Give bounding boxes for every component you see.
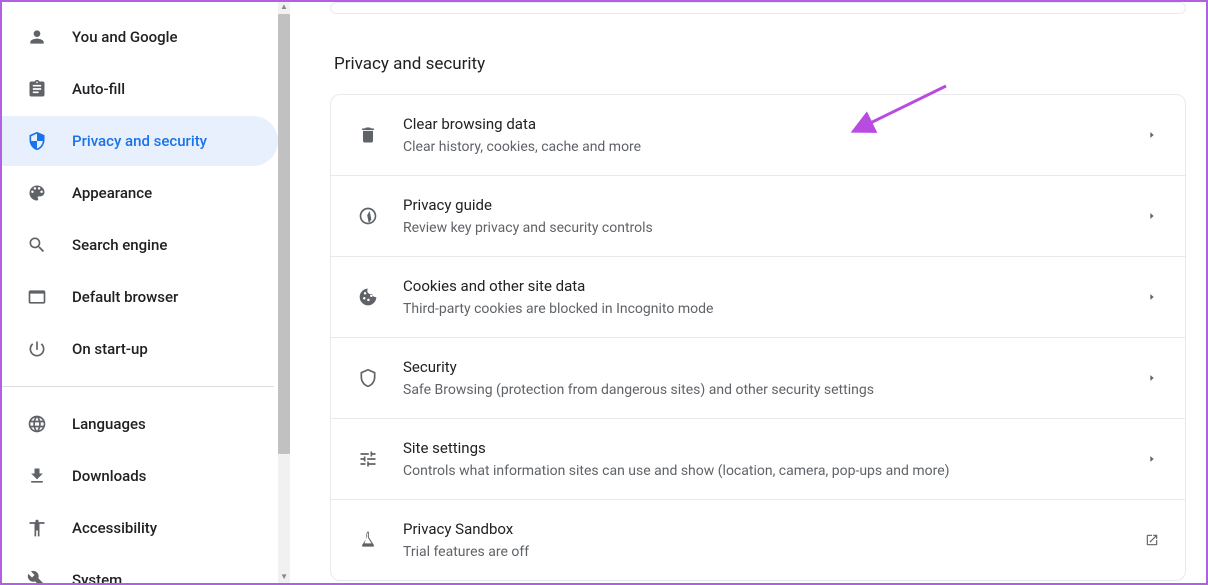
section-title: Privacy and security <box>334 54 1186 74</box>
chevron-right-icon <box>1145 371 1159 385</box>
wrench-icon <box>26 569 48 583</box>
sidebar-item-label: Languages <box>72 415 146 433</box>
row-text: Clear browsing data Clear history, cooki… <box>403 115 1121 155</box>
sidebar-item-label: On start-up <box>72 340 148 358</box>
row-subtitle: Clear history, cookies, cache and more <box>403 139 1121 155</box>
content: Privacy and security Clear browsing data… <box>290 2 1206 583</box>
row-title: Security <box>403 358 1121 376</box>
sidebar-item-accessibility[interactable]: Accessibility <box>2 503 278 553</box>
row-subtitle: Trial features are off <box>403 544 1121 560</box>
scrollbar-up-icon: ▲ <box>280 2 288 10</box>
previous-card-peek <box>330 2 1186 14</box>
globe-icon <box>26 413 48 435</box>
accessibility-icon <box>26 517 48 539</box>
sidebar-item-default-browser[interactable]: Default browser <box>2 272 278 322</box>
trash-icon <box>357 124 379 146</box>
row-text: Privacy guide Review key privacy and sec… <box>403 196 1121 236</box>
row-title: Clear browsing data <box>403 115 1121 133</box>
sidebar-item-label: You and Google <box>72 28 177 46</box>
sidebar-item-label: Auto-fill <box>72 80 125 98</box>
flask-icon <box>357 529 379 551</box>
row-text: Privacy Sandbox Trial features are off <box>403 520 1121 560</box>
sidebar-item-you-and-google[interactable]: You and Google <box>2 12 278 62</box>
row-clear-browsing-data[interactable]: Clear browsing data Clear history, cooki… <box>331 95 1185 176</box>
scrollbar-down-icon: ▼ <box>280 572 288 581</box>
power-icon <box>26 338 48 360</box>
row-title: Privacy guide <box>403 196 1121 214</box>
chevron-right-icon <box>1145 128 1159 142</box>
external-link-icon <box>1145 533 1159 547</box>
row-subtitle: Review key privacy and security controls <box>403 220 1121 236</box>
sidebar-item-downloads[interactable]: Downloads <box>2 451 278 501</box>
row-title: Privacy Sandbox <box>403 520 1121 538</box>
browser-icon <box>26 286 48 308</box>
sidebar-item-label: Downloads <box>72 467 146 485</box>
row-security[interactable]: Security Safe Browsing (protection from … <box>331 338 1185 419</box>
download-icon <box>26 465 48 487</box>
search-icon <box>26 234 48 256</box>
row-subtitle: Controls what information sites can use … <box>403 463 1121 479</box>
sidebar-item-label: Default browser <box>72 288 178 306</box>
palette-icon <box>26 182 48 204</box>
chevron-right-icon <box>1145 452 1159 466</box>
sidebar-item-label: Privacy and security <box>72 132 207 150</box>
settings-card: Clear browsing data Clear history, cooki… <box>330 94 1186 581</box>
sidebar-item-label: Appearance <box>72 184 152 202</box>
chevron-right-icon <box>1145 290 1159 304</box>
row-subtitle: Safe Browsing (protection from dangerous… <box>403 382 1121 398</box>
sidebar-item-label: Accessibility <box>72 519 157 537</box>
sidebar-item-label: Search engine <box>72 236 167 254</box>
sidebar-item-system[interactable]: System <box>2 555 278 583</box>
row-title: Site settings <box>403 439 1121 457</box>
sidebar-item-on-startup[interactable]: On start-up <box>2 324 278 374</box>
sidebar-item-autofill[interactable]: Auto-fill <box>2 64 278 114</box>
sidebar: You and Google Auto-fill Privacy and sec… <box>2 2 290 583</box>
sidebar-item-languages[interactable]: Languages <box>2 399 278 449</box>
shield-outline-icon <box>357 367 379 389</box>
scrollbar-thumb <box>278 14 290 454</box>
compass-icon <box>357 205 379 227</box>
chevron-right-icon <box>1145 209 1159 223</box>
sidebar-scrollbar[interactable]: ▲ ▼ <box>278 2 290 583</box>
person-icon <box>26 26 48 48</box>
row-title: Cookies and other site data <box>403 277 1121 295</box>
sliders-icon <box>357 448 379 470</box>
row-site-settings[interactable]: Site settings Controls what information … <box>331 419 1185 500</box>
cookie-icon <box>357 286 379 308</box>
row-privacy-sandbox[interactable]: Privacy Sandbox Trial features are off <box>331 500 1185 580</box>
row-privacy-guide[interactable]: Privacy guide Review key privacy and sec… <box>331 176 1185 257</box>
sidebar-item-search-engine[interactable]: Search engine <box>2 220 278 270</box>
autofill-icon <box>26 78 48 100</box>
sidebar-item-label: System <box>72 571 122 583</box>
sidebar-item-appearance[interactable]: Appearance <box>2 168 278 218</box>
row-text: Cookies and other site data Third-party … <box>403 277 1121 317</box>
row-text: Security Safe Browsing (protection from … <box>403 358 1121 398</box>
row-text: Site settings Controls what information … <box>403 439 1121 479</box>
sidebar-divider <box>2 386 274 387</box>
shield-icon <box>26 130 48 152</box>
sidebar-item-privacy-security[interactable]: Privacy and security <box>2 116 278 166</box>
row-cookies[interactable]: Cookies and other site data Third-party … <box>331 257 1185 338</box>
row-subtitle: Third-party cookies are blocked in Incog… <box>403 301 1121 317</box>
